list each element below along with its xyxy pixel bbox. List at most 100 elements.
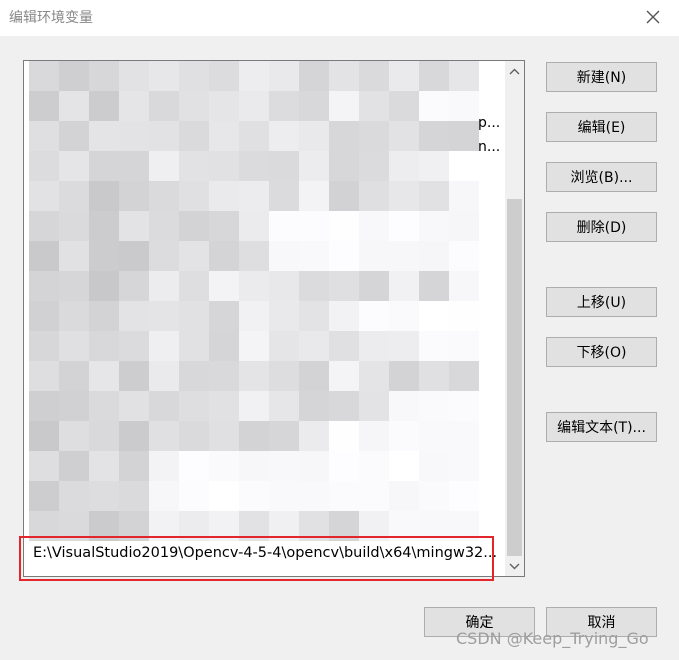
mosaic-tile	[179, 61, 209, 91]
mosaic-tile	[209, 481, 239, 511]
mosaic-tile	[179, 361, 209, 391]
mosaic-tile	[149, 301, 179, 331]
mosaic-tile	[209, 391, 239, 421]
mosaic-tile	[359, 61, 389, 91]
mosaic-tile	[89, 211, 119, 241]
list-item-truncated[interactable]: p...	[478, 115, 500, 131]
mosaic-tile	[389, 121, 419, 151]
mosaic-tile	[179, 151, 209, 181]
mosaic-tile	[149, 331, 179, 361]
mosaic-tile	[389, 451, 419, 481]
mosaic-tile	[419, 451, 449, 481]
mosaic-tile	[359, 181, 389, 211]
mosaic-tile	[329, 391, 359, 421]
mosaic-tile	[209, 301, 239, 331]
mosaic-tile	[299, 391, 329, 421]
mosaic-tile	[299, 331, 329, 361]
window-title: 编辑环境变量	[9, 10, 93, 26]
list-item-truncated[interactable]: n...	[478, 139, 500, 155]
mosaic-tile	[299, 271, 329, 301]
blurred-entries	[29, 61, 491, 541]
mosaic-tile	[29, 421, 59, 451]
mosaic-tile	[59, 421, 89, 451]
mosaic-tile	[449, 421, 479, 451]
mosaic-tile	[419, 271, 449, 301]
mosaic-tile	[59, 61, 89, 91]
mosaic-tile	[89, 451, 119, 481]
delete-button[interactable]: 删除(D)	[546, 212, 657, 242]
mosaic-tile	[89, 91, 119, 121]
mosaic-tile	[269, 361, 299, 391]
scroll-up-arrow-icon[interactable]	[505, 62, 524, 81]
path-list[interactable]: p... n... E:\VisualStudio2019\Opencv-4-5…	[23, 60, 525, 577]
mosaic-tile	[239, 421, 269, 451]
mosaic-tile	[389, 91, 419, 121]
mosaic-tile	[209, 241, 239, 271]
mosaic-tile	[269, 421, 299, 451]
mosaic-tile	[329, 151, 359, 181]
mosaic-tile	[419, 91, 449, 121]
mosaic-tile	[239, 181, 269, 211]
mosaic-tile	[329, 91, 359, 121]
mosaic-tile	[179, 481, 209, 511]
mosaic-tile	[209, 451, 239, 481]
mosaic-tile	[359, 391, 389, 421]
mosaic-tile	[239, 91, 269, 121]
mosaic-tile	[209, 151, 239, 181]
mosaic-tile	[179, 211, 209, 241]
mosaic-tile	[29, 211, 59, 241]
mosaic-tile	[329, 361, 359, 391]
mosaic-tile	[329, 421, 359, 451]
mosaic-tile	[209, 271, 239, 301]
mosaic-tile	[389, 211, 419, 241]
new-button[interactable]: 新建(N)	[546, 62, 657, 92]
mosaic-tile	[239, 451, 269, 481]
move-down-button[interactable]: 下移(O)	[546, 337, 657, 367]
mosaic-tile	[359, 241, 389, 271]
mosaic-tile	[269, 151, 299, 181]
move-up-button[interactable]: 上移(U)	[546, 287, 657, 317]
mosaic-tile	[419, 181, 449, 211]
mosaic-tile	[89, 481, 119, 511]
mosaic-tile	[239, 481, 269, 511]
mosaic-tile	[389, 391, 419, 421]
mosaic-tile	[179, 241, 209, 271]
mosaic-tile	[299, 361, 329, 391]
mosaic-tile	[59, 361, 89, 391]
mosaic-tile	[59, 481, 89, 511]
mosaic-tile	[59, 331, 89, 361]
mosaic-tile	[119, 271, 149, 301]
mosaic-tile	[119, 301, 149, 331]
edit-button[interactable]: 编辑(E)	[546, 112, 657, 142]
mosaic-tile	[239, 271, 269, 301]
mosaic-tile	[29, 271, 59, 301]
mosaic-tile	[419, 241, 449, 271]
mosaic-tile	[389, 301, 419, 331]
mosaic-tile	[359, 481, 389, 511]
mosaic-tile	[29, 241, 59, 271]
mosaic-tile	[389, 151, 419, 181]
mosaic-tile	[209, 181, 239, 211]
mosaic-tile	[179, 271, 209, 301]
browse-button[interactable]: 浏览(B)...	[546, 162, 657, 192]
close-icon[interactable]	[641, 5, 665, 29]
mosaic-tile	[179, 331, 209, 361]
mosaic-tile	[149, 181, 179, 211]
mosaic-tile	[449, 391, 479, 421]
mosaic-tile	[29, 331, 59, 361]
mosaic-tile	[209, 121, 239, 151]
scrollbar-thumb[interactable]	[507, 199, 522, 556]
mosaic-tile	[119, 451, 149, 481]
mosaic-tile	[239, 151, 269, 181]
mosaic-tile	[269, 211, 299, 241]
mosaic-tile	[359, 301, 389, 331]
vertical-scrollbar[interactable]	[505, 61, 524, 576]
scroll-down-arrow-icon[interactable]	[505, 557, 524, 576]
mosaic-tile	[359, 121, 389, 151]
mosaic-tile	[89, 301, 119, 331]
mosaic-tile	[239, 391, 269, 421]
edit-text-button[interactable]: 编辑文本(T)...	[546, 412, 657, 442]
mosaic-tile	[389, 181, 419, 211]
mosaic-tile	[269, 331, 299, 361]
mosaic-tile	[59, 91, 89, 121]
